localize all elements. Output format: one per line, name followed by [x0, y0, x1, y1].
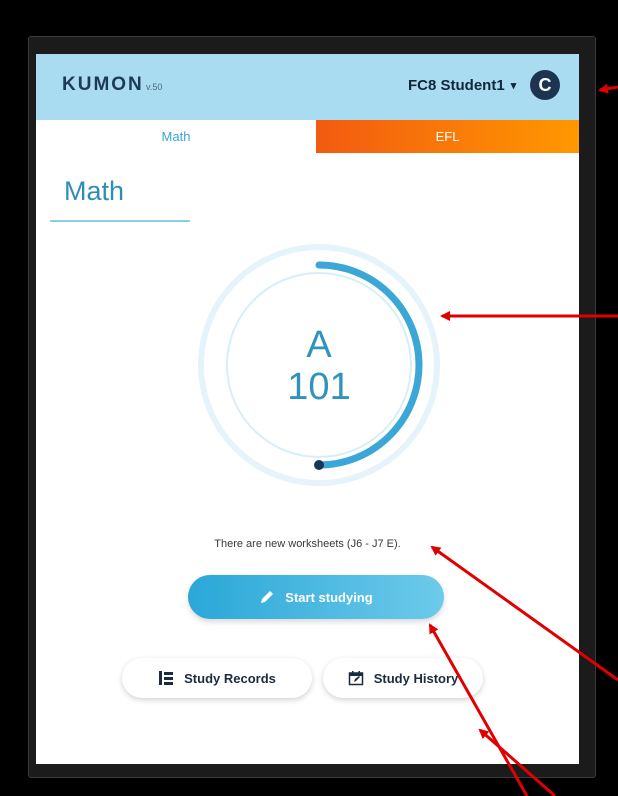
- chevron-down-icon: ▾: [510, 79, 517, 92]
- user-menu[interactable]: FC8 Student1 ▾: [408, 72, 516, 98]
- study-history-button[interactable]: Study History: [323, 658, 483, 698]
- start-studying-label: Start studying: [285, 589, 373, 605]
- tab-efl[interactable]: EFL: [316, 120, 579, 153]
- progress-end-dot: [314, 460, 324, 470]
- worksheet-number: 101: [287, 366, 351, 408]
- level-letter: A: [306, 324, 332, 366]
- pencil-icon: [259, 589, 275, 605]
- refresh-button[interactable]: C: [530, 70, 560, 100]
- subject-tabs: Math EFL: [36, 120, 579, 153]
- calendar-icon: [348, 670, 364, 686]
- app-header: KUMON v.50 FC8 Student1 ▾ C: [36, 54, 579, 120]
- refresh-icon: C: [538, 74, 552, 95]
- app-screen: KUMON v.50 FC8 Student1 ▾ C Math EFL Mat…: [36, 54, 579, 764]
- tab-math[interactable]: Math: [36, 120, 316, 153]
- study-records-label: Study Records: [184, 670, 276, 686]
- user-name: FC8 Student1: [408, 76, 505, 94]
- start-studying-button[interactable]: Start studying: [188, 575, 444, 619]
- study-records-button[interactable]: Study Records: [122, 658, 312, 698]
- title-underline: [50, 220, 190, 222]
- study-history-label: Study History: [373, 670, 459, 686]
- kumon-logo: KUMON: [62, 74, 144, 95]
- records-icon: [158, 670, 174, 686]
- page-title: Math: [64, 176, 125, 206]
- new-worksheets-notice: There are new worksheets (J6 - J7 E).: [214, 538, 401, 550]
- app-version: v.50: [146, 82, 163, 92]
